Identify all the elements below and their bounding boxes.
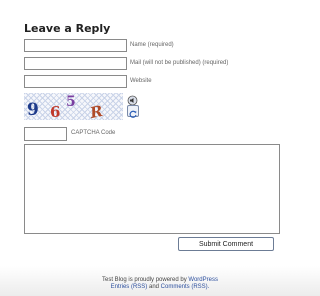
audio-icon[interactable] bbox=[127, 93, 138, 106]
comments-rss-link[interactable]: Comments (RSS). bbox=[161, 284, 210, 290]
captcha-char-2: 6 bbox=[50, 103, 60, 120]
comment-textarea[interactable] bbox=[24, 144, 280, 234]
email-input[interactable] bbox=[24, 57, 127, 70]
name-input[interactable] bbox=[24, 39, 127, 52]
captcha-char-3: 5 bbox=[66, 94, 76, 110]
wordpress-link[interactable]: WordPress bbox=[188, 277, 218, 283]
captcha-char-4: R bbox=[87, 102, 104, 120]
footer: Test Blog is proudly powered by WordPres… bbox=[0, 266, 320, 296]
submit-comment-button[interactable]: Submit Comment bbox=[178, 237, 274, 251]
email-label: Mail (will not be published) (required) bbox=[130, 60, 229, 66]
footer-powered-text: Test Blog is proudly powered by bbox=[102, 277, 187, 283]
entries-rss-link[interactable]: Entries (RSS) bbox=[111, 284, 148, 290]
captcha-image: 9 6 5 R bbox=[24, 93, 123, 120]
refresh-icon[interactable] bbox=[127, 105, 139, 118]
footer-line-2: Entries (RSS) and Comments (RSS). bbox=[0, 284, 320, 291]
name-label: Name (required) bbox=[130, 42, 174, 48]
website-label: Website bbox=[130, 78, 152, 84]
reply-heading: Leave a Reply bbox=[24, 22, 111, 35]
footer-line-1: Test Blog is proudly powered by WordPres… bbox=[0, 277, 320, 284]
captcha-label: CAPTCHA Code bbox=[71, 130, 116, 136]
footer-and-text: and bbox=[148, 284, 159, 290]
captcha-input[interactable] bbox=[24, 127, 67, 141]
captcha-char-1: 9 bbox=[27, 100, 39, 120]
website-input[interactable] bbox=[24, 75, 127, 88]
